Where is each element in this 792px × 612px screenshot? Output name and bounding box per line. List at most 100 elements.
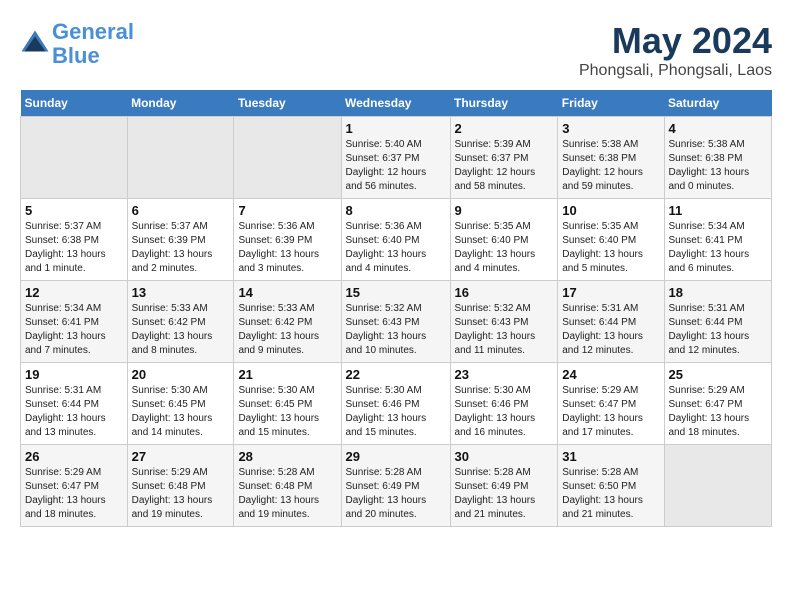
- day-number: 1: [346, 121, 446, 136]
- calendar-cell: 1 Sunrise: 5:40 AMSunset: 6:37 PMDaylight…: [341, 117, 450, 199]
- day-number: 15: [346, 285, 446, 300]
- day-info: Sunrise: 5:28 AMSunset: 6:48 PMDaylight:…: [238, 466, 336, 522]
- day-info: Sunrise: 5:32 AMSunset: 6:43 PMDaylight:…: [455, 302, 554, 358]
- weekday-header-cell: Thursday: [450, 90, 558, 117]
- day-number: 18: [669, 285, 768, 300]
- calendar-cell: 30 Sunrise: 5:28 AMSunset: 6:49 PMDayligh…: [450, 445, 558, 527]
- calendar-body: 1 Sunrise: 5:40 AMSunset: 6:37 PMDaylight…: [21, 117, 772, 527]
- calendar-subtitle: Phongsali, Phongsali, Laos: [579, 62, 772, 80]
- calendar-cell: 11 Sunrise: 5:34 AMSunset: 6:41 PMDayligh…: [664, 199, 772, 281]
- calendar-week-row: 5 Sunrise: 5:37 AMSunset: 6:38 PMDaylight…: [21, 199, 772, 281]
- day-number: 9: [455, 203, 554, 218]
- day-number: 6: [132, 203, 230, 218]
- day-number: 13: [132, 285, 230, 300]
- calendar-title: May 2024: [579, 20, 772, 62]
- calendar-cell: 31 Sunrise: 5:28 AMSunset: 6:50 PMDayligh…: [558, 445, 664, 527]
- day-number: 30: [455, 449, 554, 464]
- calendar-week-row: 26Sunrise: 5:29 AMSunset: 6:47 PMDayligh…: [21, 445, 772, 527]
- day-number: 14: [238, 285, 336, 300]
- day-number: 11: [669, 203, 768, 218]
- day-number: 17: [562, 285, 659, 300]
- day-number: 10: [562, 203, 659, 218]
- calendar-cell: 26Sunrise: 5:29 AMSunset: 6:47 PMDayligh…: [21, 445, 128, 527]
- calendar-week-row: 19 Sunrise: 5:31 AMSunset: 6:44 PMDayligh…: [21, 363, 772, 445]
- calendar-table: SundayMondayTuesdayWednesdayThursdayFrid…: [20, 90, 772, 527]
- day-info: Sunrise: 5:33 AMSunset: 6:42 PMDaylight:…: [132, 302, 230, 358]
- title-block: May 2024 Phongsali, Phongsali, Laos: [579, 20, 772, 80]
- calendar-cell: 8 Sunrise: 5:36 AMSunset: 6:40 PMDaylight…: [341, 199, 450, 281]
- day-number: 21: [238, 367, 336, 382]
- calendar-cell: [664, 445, 772, 527]
- day-number: 31: [562, 449, 659, 464]
- day-number: 22: [346, 367, 446, 382]
- day-info: Sunrise: 5:39 AMSunset: 6:37 PMDaylight:…: [455, 138, 554, 194]
- calendar-cell: 23 Sunrise: 5:30 AMSunset: 6:46 PMDayligh…: [450, 363, 558, 445]
- weekday-header-cell: Monday: [127, 90, 234, 117]
- calendar-cell: 15 Sunrise: 5:32 AMSunset: 6:43 PMDayligh…: [341, 281, 450, 363]
- calendar-cell: [234, 117, 341, 199]
- day-info: Sunrise: 5:35 AMSunset: 6:40 PMDaylight:…: [455, 220, 554, 276]
- day-number: 4: [669, 121, 768, 136]
- page-header: General Blue May 2024 Phongsali, Phongsa…: [20, 20, 772, 80]
- day-info: Sunrise: 5:30 AMSunset: 6:46 PMDaylight:…: [346, 384, 446, 440]
- weekday-header-cell: Wednesday: [341, 90, 450, 117]
- day-number: 19: [25, 367, 123, 382]
- day-info: Sunrise: 5:38 AMSunset: 6:38 PMDaylight:…: [669, 138, 768, 194]
- calendar-cell: 16 Sunrise: 5:32 AMSunset: 6:43 PMDayligh…: [450, 281, 558, 363]
- day-info: Sunrise: 5:31 AMSunset: 6:44 PMDaylight:…: [562, 302, 659, 358]
- weekday-header-cell: Tuesday: [234, 90, 341, 117]
- calendar-cell: 10 Sunrise: 5:35 AMSunset: 6:40 PMDayligh…: [558, 199, 664, 281]
- day-info: Sunrise: 5:28 AMSunset: 6:49 PMDaylight:…: [455, 466, 554, 522]
- logo-icon: [20, 29, 50, 59]
- logo-line1: General: [52, 19, 134, 44]
- day-number: 27: [132, 449, 230, 464]
- day-info: Sunrise: 5:29 AMSunset: 6:47 PMDaylight:…: [562, 384, 659, 440]
- calendar-cell: 3 Sunrise: 5:38 AMSunset: 6:38 PMDaylight…: [558, 117, 664, 199]
- day-info: Sunrise: 5:32 AMSunset: 6:43 PMDaylight:…: [346, 302, 446, 358]
- day-info: Sunrise: 5:30 AMSunset: 6:46 PMDaylight:…: [455, 384, 554, 440]
- calendar-week-row: 1 Sunrise: 5:40 AMSunset: 6:37 PMDaylight…: [21, 117, 772, 199]
- day-number: 16: [455, 285, 554, 300]
- calendar-cell: 13 Sunrise: 5:33 AMSunset: 6:42 PMDayligh…: [127, 281, 234, 363]
- day-number: 3: [562, 121, 659, 136]
- day-info: Sunrise: 5:31 AMSunset: 6:44 PMDaylight:…: [25, 384, 123, 440]
- weekday-header-cell: Saturday: [664, 90, 772, 117]
- calendar-cell: [21, 117, 128, 199]
- calendar-cell: 5 Sunrise: 5:37 AMSunset: 6:38 PMDaylight…: [21, 199, 128, 281]
- day-number: 29: [346, 449, 446, 464]
- day-number: 28: [238, 449, 336, 464]
- calendar-cell: 20Sunrise: 5:30 AMSunset: 6:45 PMDayligh…: [127, 363, 234, 445]
- calendar-cell: 7 Sunrise: 5:36 AMSunset: 6:39 PMDaylight…: [234, 199, 341, 281]
- calendar-cell: 22 Sunrise: 5:30 AMSunset: 6:46 PMDayligh…: [341, 363, 450, 445]
- calendar-cell: 21Sunrise: 5:30 AMSunset: 6:45 PMDayligh…: [234, 363, 341, 445]
- calendar-cell: 27Sunrise: 5:29 AMSunset: 6:48 PMDayligh…: [127, 445, 234, 527]
- calendar-cell: 9 Sunrise: 5:35 AMSunset: 6:40 PMDaylight…: [450, 199, 558, 281]
- day-info: Sunrise: 5:28 AMSunset: 6:50 PMDaylight:…: [562, 466, 659, 522]
- day-info: Sunrise: 5:38 AMSunset: 6:38 PMDaylight:…: [562, 138, 659, 194]
- day-info: Sunrise: 5:36 AMSunset: 6:39 PMDaylight:…: [238, 220, 336, 276]
- day-number: 23: [455, 367, 554, 382]
- day-info: Sunrise: 5:37 AMSunset: 6:39 PMDaylight:…: [132, 220, 230, 276]
- day-number: 7: [238, 203, 336, 218]
- weekday-header-cell: Sunday: [21, 90, 128, 117]
- day-info: Sunrise: 5:34 AMSunset: 6:41 PMDaylight:…: [669, 220, 768, 276]
- calendar-cell: 19 Sunrise: 5:31 AMSunset: 6:44 PMDayligh…: [21, 363, 128, 445]
- day-number: 20: [132, 367, 230, 382]
- day-number: 5: [25, 203, 123, 218]
- day-number: 2: [455, 121, 554, 136]
- day-number: 8: [346, 203, 446, 218]
- logo: General Blue: [20, 20, 134, 68]
- calendar-cell: 6 Sunrise: 5:37 AMSunset: 6:39 PMDaylight…: [127, 199, 234, 281]
- day-info: Sunrise: 5:36 AMSunset: 6:40 PMDaylight:…: [346, 220, 446, 276]
- day-info: Sunrise: 5:37 AMSunset: 6:38 PMDaylight:…: [25, 220, 123, 276]
- day-info: Sunrise: 5:31 AMSunset: 6:44 PMDaylight:…: [669, 302, 768, 358]
- day-info: Sunrise: 5:35 AMSunset: 6:40 PMDaylight:…: [562, 220, 659, 276]
- day-number: 25: [669, 367, 768, 382]
- calendar-cell: 18 Sunrise: 5:31 AMSunset: 6:44 PMDayligh…: [664, 281, 772, 363]
- day-info: Sunrise: 5:40 AMSunset: 6:37 PMDaylight:…: [346, 138, 446, 194]
- logo-line2: Blue: [52, 43, 100, 68]
- calendar-week-row: 12Sunrise: 5:34 AMSunset: 6:41 PMDayligh…: [21, 281, 772, 363]
- calendar-cell: 24Sunrise: 5:29 AMSunset: 6:47 PMDayligh…: [558, 363, 664, 445]
- calendar-cell: 17 Sunrise: 5:31 AMSunset: 6:44 PMDayligh…: [558, 281, 664, 363]
- day-number: 26: [25, 449, 123, 464]
